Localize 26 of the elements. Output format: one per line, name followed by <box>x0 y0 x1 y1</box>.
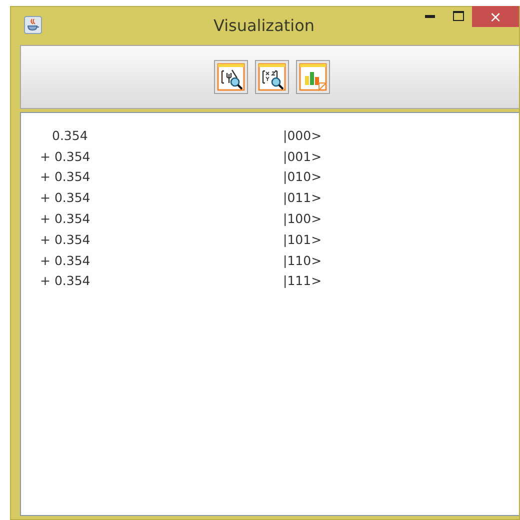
amplitude-text: 0.354 <box>51 128 89 143</box>
zoom-matrix-icon <box>258 63 286 91</box>
basis-state-text: |001> <box>283 148 323 164</box>
basis-state-text: |100> <box>283 211 323 226</box>
basis-state-text: |000> <box>283 128 323 143</box>
amplitude-text: + 0.354 <box>39 148 92 164</box>
basis-state-text: |011> <box>283 190 323 206</box>
window-title: Visualization <box>212 16 316 34</box>
maximize-icon <box>452 11 464 21</box>
amplitude-text: + 0.354 <box>39 169 92 184</box>
close-button[interactable]: × <box>472 6 519 27</box>
basis-state-text: |111> <box>283 273 323 288</box>
amplitude-text: + 0.354 <box>39 232 92 247</box>
amplitude-text: + 0.354 <box>39 211 92 226</box>
toolbar-button[interactable] <box>214 60 248 94</box>
minimize-icon <box>425 14 435 18</box>
java-cup-icon <box>24 16 42 34</box>
toolbar-button[interactable] <box>255 60 289 94</box>
zoom-state-icon <box>217 63 245 91</box>
bar-chart-icon <box>299 63 327 91</box>
basis-state-text: |110> <box>283 252 323 268</box>
amplitude-text: + 0.354 <box>39 190 92 206</box>
amplitude-text: + 0.354 <box>39 273 92 288</box>
basis-state-text: |101> <box>283 232 323 247</box>
basis-state-text: |010> <box>283 169 323 184</box>
amplitude-text: + 0.354 <box>39 252 92 268</box>
